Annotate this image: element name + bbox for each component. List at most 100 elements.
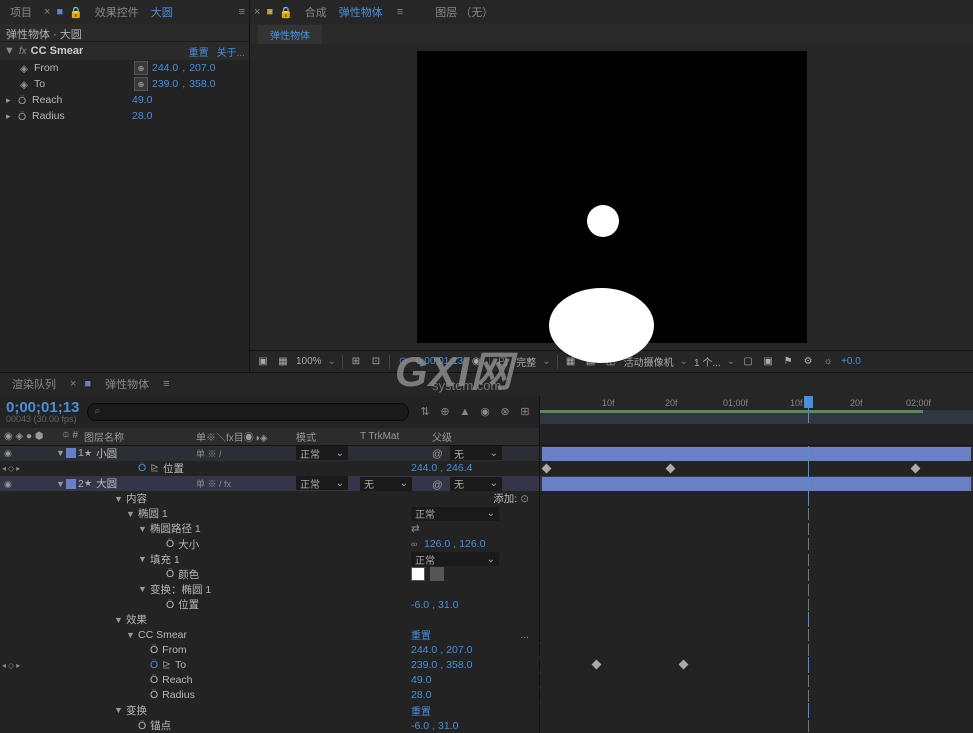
- twirl[interactable]: ▼: [126, 509, 134, 519]
- twirl[interactable]: ▼: [114, 494, 122, 504]
- point-picker-icon[interactable]: ⊕: [134, 77, 148, 91]
- col-layername[interactable]: 图层名称: [84, 429, 196, 444]
- blend-mode-dropdown[interactable]: 正常⌄: [296, 476, 348, 490]
- reach-value[interactable]: 49.0: [411, 674, 431, 686]
- tab-layer[interactable]: 图层 （无）: [429, 2, 499, 22]
- color-swatch[interactable]: [411, 567, 425, 581]
- from-y[interactable]: 207.0: [446, 644, 472, 656]
- kf-next[interactable]: ▸: [16, 464, 20, 473]
- from-x[interactable]: 244.0: [411, 644, 437, 656]
- view2-icon[interactable]: ▣: [761, 355, 775, 369]
- res-icon[interactable]: ⊞: [349, 355, 363, 369]
- keyframe[interactable]: [911, 463, 921, 473]
- parent-dropdown[interactable]: 无⌄: [450, 477, 502, 491]
- color-label[interactable]: [66, 448, 76, 458]
- layer-name[interactable]: 小圆: [96, 446, 117, 461]
- effect-twirl[interactable]: ▼: [4, 45, 15, 57]
- tab-timeline-comp[interactable]: 弹性物体: [99, 374, 155, 394]
- tab-close[interactable]: ×: [254, 6, 260, 18]
- add-button[interactable]: ⊙: [520, 493, 529, 505]
- monitor-icon[interactable]: ▣: [256, 355, 270, 369]
- col-parent[interactable]: 父级: [432, 429, 532, 444]
- col-idx[interactable]: ⯐ #: [56, 428, 84, 445]
- search-input[interactable]: ⌕: [87, 403, 409, 421]
- tool-icon-5[interactable]: ⊗: [497, 404, 513, 420]
- anchor-y[interactable]: 31.0: [438, 720, 458, 732]
- panel-menu-icon[interactable]: ≡: [163, 378, 169, 390]
- tab-comp-link[interactable]: 大圆: [151, 4, 173, 20]
- point-picker-icon[interactable]: ⊕: [134, 61, 148, 75]
- cti-head[interactable]: [804, 396, 813, 408]
- time-ruler[interactable]: 10f 20f 01;00f 10f 20f 02;00f: [540, 396, 973, 424]
- view3-icon[interactable]: ⚑: [781, 355, 795, 369]
- tab-effect-controls[interactable]: 效果控件: [89, 2, 145, 22]
- graph-editor-icon[interactable]: ⊞: [517, 404, 533, 420]
- tool-icon-3[interactable]: ▲: [457, 404, 473, 420]
- stopwatch-icon[interactable]: Ö: [150, 644, 158, 656]
- blend-mode-dropdown[interactable]: 正常⌄: [296, 446, 348, 460]
- tab-close[interactable]: ×: [70, 378, 76, 390]
- keyframe[interactable]: [679, 660, 689, 670]
- views-dropdown[interactable]: 1 个...: [694, 354, 721, 369]
- pos-y[interactable]: 31.0: [438, 599, 458, 611]
- keyframe[interactable]: [542, 463, 552, 473]
- layer-twirl[interactable]: ▼: [56, 479, 64, 489]
- stopwatch-icon[interactable]: ◈: [20, 79, 30, 89]
- stopwatch-icon[interactable]: Ö: [18, 95, 28, 105]
- from-x[interactable]: 244.0: [152, 62, 178, 74]
- view4-icon[interactable]: ⚙: [801, 355, 815, 369]
- col-av[interactable]: ◉ ◈ ● ⬢: [0, 431, 56, 442]
- res-dropdown[interactable]: 完整: [516, 354, 536, 369]
- pickwhip-icon[interactable]: @: [432, 448, 446, 458]
- layer-name[interactable]: 大圆: [96, 476, 117, 491]
- exposure-value[interactable]: +0.0: [841, 356, 861, 367]
- tab-comp-link[interactable]: 弹性物体: [339, 4, 383, 20]
- kf-add[interactable]: ◇: [8, 464, 14, 473]
- radius-value[interactable]: 28.0: [411, 689, 431, 701]
- twirl[interactable]: ▼: [126, 630, 134, 640]
- layer-bar[interactable]: [542, 477, 971, 491]
- reach-value[interactable]: 49.0: [132, 94, 152, 106]
- effect-name[interactable]: CC Smear: [138, 629, 187, 641]
- layer-switches[interactable]: 单 ※ /: [196, 447, 296, 460]
- layer-row-1[interactable]: ◉ ▼1 ★小圆 单 ※ / 正常⌄ @无⌄: [0, 446, 973, 461]
- stopwatch-icon[interactable]: Ö: [166, 599, 174, 611]
- col-mode[interactable]: 模式: [296, 429, 360, 444]
- radius-value[interactable]: 28.0: [132, 110, 152, 122]
- stopwatch-icon[interactable]: Ö: [138, 720, 146, 732]
- view1-icon[interactable]: ▢: [741, 355, 755, 369]
- mode-dropdown[interactable]: 正常⌄: [411, 552, 499, 566]
- to-y[interactable]: 358.0: [189, 78, 215, 90]
- stopwatch-icon[interactable]: Ö: [166, 568, 174, 580]
- channel-icon[interactable]: ⊡: [369, 355, 383, 369]
- kf-prev[interactable]: ◂: [2, 464, 6, 473]
- to-x[interactable]: 239.0: [411, 659, 437, 671]
- twirl[interactable]: ▼: [138, 584, 146, 594]
- trkmat-dropdown[interactable]: 无⌄: [360, 477, 412, 491]
- size-y[interactable]: 126.0: [459, 538, 485, 550]
- stopwatch-icon[interactable]: ◈: [20, 63, 30, 73]
- effect-options[interactable]: ...: [520, 629, 529, 641]
- viewer-timecode[interactable]: 0;00;01;13: [416, 356, 463, 367]
- lock-icon[interactable]: 🔒: [69, 6, 83, 19]
- col-switches[interactable]: 单※＼fx目◉◑◈: [196, 429, 296, 444]
- stopwatch-icon[interactable]: Ö: [150, 689, 158, 701]
- exposure-icon[interactable]: ☼: [821, 355, 835, 369]
- tab-project[interactable]: 项目: [4, 2, 38, 22]
- timecode-icon[interactable]: ⊙: [396, 355, 410, 369]
- visibility-toggle[interactable]: ◉: [4, 479, 14, 489]
- stopwatch-icon[interactable]: Ö: [138, 462, 146, 474]
- keyframe[interactable]: [666, 463, 676, 473]
- layer-bar[interactable]: [542, 447, 971, 461]
- anchor-x[interactable]: -6.0: [411, 720, 429, 732]
- current-time-indicator[interactable]: [808, 396, 809, 423]
- visibility-toggle[interactable]: ◉: [4, 448, 14, 458]
- twirl[interactable]: ▼: [138, 554, 146, 564]
- region-icon[interactable]: ◰: [496, 355, 510, 369]
- effect-about[interactable]: 关于...: [217, 44, 245, 59]
- layer-row-2[interactable]: ◉ ▼2 ★大圆 单 ※ / fx 正常⌄ 无⌄ @无⌄: [0, 476, 973, 491]
- zoom-dropdown[interactable]: 100%: [296, 356, 322, 367]
- snapshot-icon[interactable]: ◉: [469, 355, 483, 369]
- twirl[interactable]: ▼: [114, 705, 122, 715]
- eyedropper-icon[interactable]: [430, 567, 444, 581]
